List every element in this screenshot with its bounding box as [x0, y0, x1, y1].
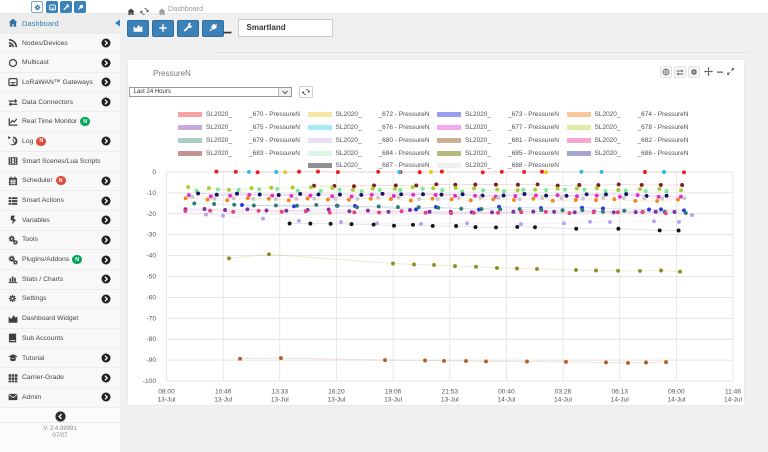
- svg-text:14-Jul: 14-Jul: [497, 396, 515, 403]
- svg-text:13-Jul: 13-Jul: [384, 396, 402, 403]
- svg-text:11:46: 11:46: [725, 388, 741, 395]
- svg-text:-30: -30: [146, 231, 156, 238]
- svg-text:-90: -90: [146, 357, 156, 364]
- svg-text:21:53: 21:53: [442, 388, 459, 395]
- svg-text:09:00: 09:00: [668, 388, 685, 395]
- svg-text:13:33: 13:33: [272, 388, 289, 395]
- svg-text:08:00: 08:00: [158, 388, 175, 395]
- svg-text:-100: -100: [143, 378, 157, 385]
- svg-text:-40: -40: [146, 252, 156, 259]
- svg-text:16:20: 16:20: [328, 388, 345, 395]
- svg-text:13-Jul: 13-Jul: [271, 396, 289, 403]
- svg-text:13-Jul: 13-Jul: [327, 396, 345, 403]
- svg-text:14-Jul: 14-Jul: [667, 396, 685, 403]
- svg-text:14-Jul: 14-Jul: [611, 396, 629, 403]
- svg-text:14-Jul: 14-Jul: [554, 396, 572, 403]
- svg-text:03:26: 03:26: [555, 388, 572, 395]
- svg-text:19:06: 19:06: [385, 388, 402, 395]
- svg-text:-80: -80: [146, 336, 156, 343]
- svg-text:13-Jul: 13-Jul: [441, 396, 459, 403]
- svg-text:13-Jul: 13-Jul: [214, 396, 232, 403]
- svg-text:-60: -60: [146, 294, 156, 301]
- svg-text:10:46: 10:46: [215, 388, 232, 395]
- svg-text:-20: -20: [146, 210, 156, 217]
- svg-text:0: 0: [152, 169, 156, 176]
- svg-text:-10: -10: [146, 189, 156, 196]
- svg-text:00:40: 00:40: [498, 388, 515, 395]
- svg-text:06:13: 06:13: [611, 388, 628, 395]
- svg-text:14-Jul: 14-Jul: [724, 396, 742, 403]
- svg-text:-70: -70: [146, 315, 156, 322]
- svg-text:-50: -50: [146, 273, 156, 280]
- svg-text:13-Jul: 13-Jul: [158, 396, 176, 403]
